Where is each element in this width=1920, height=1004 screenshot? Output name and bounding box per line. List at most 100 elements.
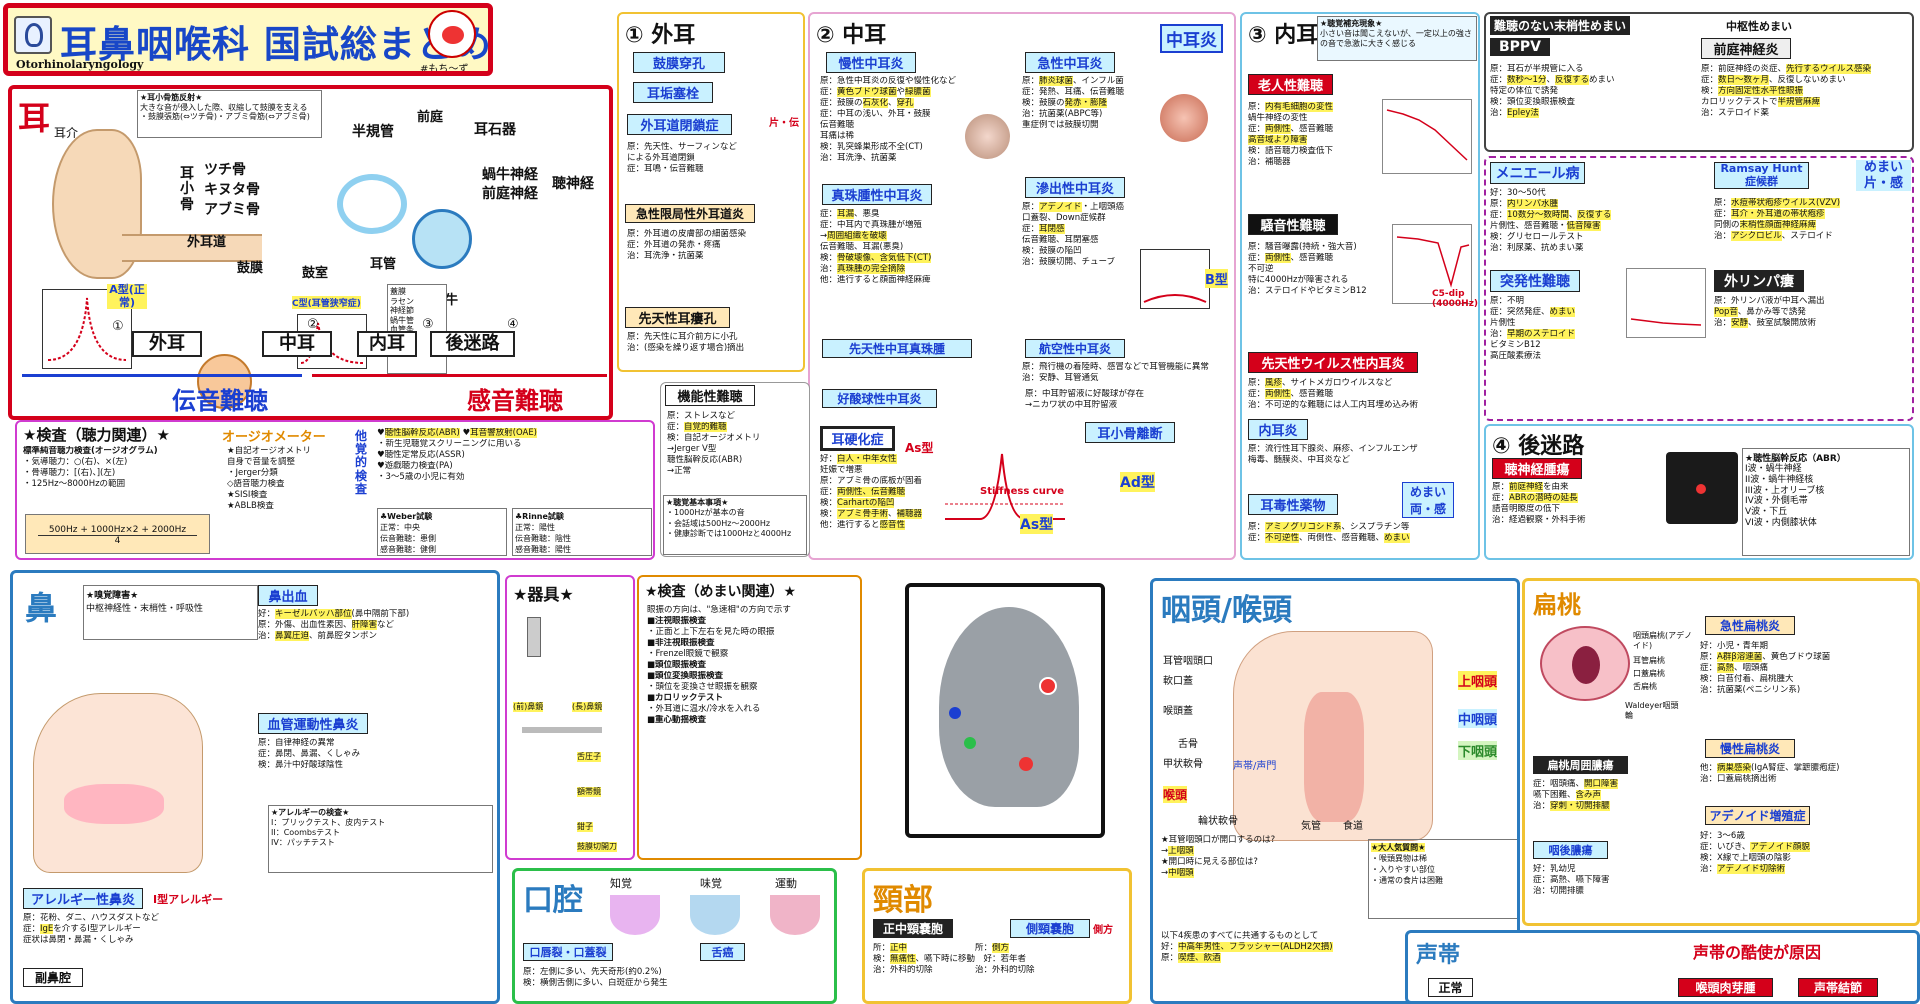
neck-median-cyst: 正中頸嚢胞 xyxy=(873,919,953,938)
tympanogram-c-label: C型(耳管狭窄症) xyxy=(292,296,361,309)
vasomotor-text: 原：自律神経の異常 症：鼻閉、鼻漏、くしゃみ 検：鼻汁中好酸球陰性 xyxy=(258,738,361,771)
head-diagram-panel xyxy=(905,583,1105,838)
tonsil-label-3: 舌扁桃 xyxy=(1633,682,1657,691)
wave-5: V波・下丘 xyxy=(1745,507,1788,518)
ad-type-label: Ad型 xyxy=(1120,472,1155,492)
bppv-text: 原：耳石が半規管に入る 症：数秒〜1分、反復するめまい 特定の体位で誘発 検：頭… xyxy=(1490,64,1615,119)
neck-title: 頸部 xyxy=(873,883,933,918)
dizzy-exam-panel: ★検査（めまい関連）★ 眼振の方向は、"急速相"の方向で示す ■注視眼振検査 ・… xyxy=(637,575,862,860)
outer-note: 片・伝 xyxy=(769,118,799,129)
viral-text: 原：風疹、サイトメガロウイルスなど 症：両側性、感音難聴 治：不可逆的な難聴には… xyxy=(1248,378,1419,411)
inner-ototoxic: 耳毒性薬物 xyxy=(1248,494,1338,515)
logo-icon xyxy=(14,16,52,54)
inner-ear-panel: ③ 内耳 ★聴覚補充現象★ 小さい音は聞こえないが、一定以上の強さの音で急激に大き… xyxy=(1240,12,1480,560)
wave-1: I波・蝸牛神経 xyxy=(1745,464,1802,474)
inner-labyrinthitis: 内耳炎 xyxy=(1248,419,1308,440)
audiometer-label: オージオメーター xyxy=(222,430,326,445)
exam-pure-tone: 標準純音聴力検査(オージオグラム) ・気導聴力：○(右)、×(左) ・骨導聴力：… xyxy=(23,446,158,490)
qa-a2: 中咽頭 xyxy=(1168,868,1194,879)
vertigo-title: 難聴のない末梢性めまい xyxy=(1490,16,1631,35)
vertigo-perilymph: 外リンパ瘻 xyxy=(1714,270,1804,292)
oral-title: 口腔 xyxy=(523,883,583,918)
part-retrocochlear: 後迷路 xyxy=(430,331,515,357)
exam-item-1: 自記オージオメトリ xyxy=(234,446,311,456)
instrument-5: 鼓膜切開刀 xyxy=(577,842,617,852)
exam-item-8: 遊戯聴力検査(PA) xyxy=(384,461,453,472)
tonsil-peritonsillar: 扁桃周囲膿瘍 xyxy=(1533,756,1628,774)
neck-panel: 頸部 正中頸嚢胞 側頸嚢胞 側方 所：正中 所：側方 検：無痛性、嚥下時に移動 … xyxy=(862,868,1132,1004)
middle-congenital: 先天性中耳真珠腫 xyxy=(822,339,972,358)
qa-q2: ★開口時に見える部位は? xyxy=(1161,857,1258,868)
inner-presbycusis: 老人性難聴 xyxy=(1248,74,1333,95)
b-type-curve xyxy=(1143,294,1207,303)
perilymph-text: 原：外リンパ液が中耳へ漏出 Pop音、鼻かみ等で誘発 治：安静、鼓室試験開放術 xyxy=(1714,296,1825,329)
otitis-badge: 中耳炎 xyxy=(1160,24,1223,53)
throat-point-icon xyxy=(1019,757,1033,771)
vertigo-sudden: 突発性難聴 xyxy=(1490,270,1580,292)
canals-shape xyxy=(337,174,407,234)
cochlea-shape xyxy=(412,209,472,269)
outer-ear-title: ① 外耳 xyxy=(625,23,696,48)
oral-label-taste: 味覚 xyxy=(700,877,722,890)
otosclerosis-text: 好：白人・中年女性 妊娠で増悪 原：アブミ骨の底板が固着 症：両側性、伝音難聴 … xyxy=(820,454,923,531)
voice-title: 声帯 xyxy=(1416,943,1461,968)
sensorineural-arrow xyxy=(312,374,607,377)
allergy-type-label: I型アレルギー xyxy=(153,893,224,906)
aviation-text: 原：飛行機の着陸時、感冒などで耳管機能に異常 治：安静、耳管通気 xyxy=(1022,362,1209,384)
ear-point-icon xyxy=(1039,677,1057,695)
nose-point-icon xyxy=(949,707,961,719)
outer-text-1: 原：先天性、サーフィンなど による外耳道閉鎖 症：耳鳴・伝音難聴 xyxy=(627,142,737,175)
num-4: ④ xyxy=(507,317,519,332)
rinne-title: Rinne試験 xyxy=(522,512,564,521)
ph-label-5: 声帯/声門 xyxy=(1233,761,1277,772)
exam-item-7: 聴性定常反応(ASSR) xyxy=(384,450,465,461)
pharynx-qa: ★耳管咽頭口が開口するのは? →上咽頭 ★開口時に見える部位は? →中咽頭 xyxy=(1161,835,1361,879)
outer-item-cerumen: 耳垢塞栓 xyxy=(633,82,713,103)
num-1: ① xyxy=(112,319,124,334)
dizzy-exam-list: 眼振の方向は、"急速相"の方向で示す ■注視眼振検査 ・正面と上下左右を見た時の… xyxy=(647,605,791,726)
tonsil-label-0: 咽頭扁桃(アデノイド) xyxy=(1633,631,1693,650)
dizzy-item-3: 頭位変換眼振検査 xyxy=(655,671,724,682)
middle-eosinophilic: 好酸球性中耳炎 xyxy=(822,389,937,408)
label-external-canal: 外耳道 xyxy=(187,235,227,250)
outer-item-perforation: 鼓膜穿孔 xyxy=(633,52,725,73)
exam-item-2: 語音聴力検査 xyxy=(233,479,285,490)
retro-title: ④ 後迷路 xyxy=(1492,434,1585,459)
frenzel-label: Frenzel眼鏡 xyxy=(655,649,703,660)
neck-text: 所：正中 所：側方 検：無痛性、嚥下時に移動 好：若年者 治：外科的切除 治：外… xyxy=(873,943,1035,976)
voice-cause: 声帯の酷使が原因 xyxy=(1693,943,1822,962)
voice-panel: 声帯 正常 声帯の酷使が原因 喉頭肉芽腫 声帯結節 xyxy=(1405,930,1920,1004)
exam-item-5: 聴性脳幹反応(ABR) xyxy=(384,428,460,438)
middle-otosclerosis: 耳硬化症 xyxy=(820,426,895,451)
label-incus: キヌタ骨 xyxy=(204,182,260,198)
common-3: 喫煙、飲酒 xyxy=(1178,953,1221,964)
mri-image xyxy=(1666,452,1738,524)
formula-box: 500Hz + 1000Hz×2 + 2000Hz 4 xyxy=(25,514,210,554)
exam-item-6: 耳音響放射(OAE) xyxy=(470,428,537,438)
retro-text: 原：前庭神経を由来 症：ABRの潜時の延長 語音明瞭度の低下 治：経過観察・外科… xyxy=(1492,482,1586,526)
cholesteatoma-text: 症：耳漏、悪臭 症：中耳内で真珠腫が増殖 →周囲組織を破壊 伝音難聴、耳漏(悪臭… xyxy=(820,209,932,286)
instruments-title: ★器具★ xyxy=(513,585,574,604)
as-chart-label: As型 xyxy=(1020,514,1054,534)
label-auditory-nerve: 聴神経 xyxy=(552,176,594,192)
vertigo-panel: 難聴のない末梢性めまい 中枢性めまい BPPV 前庭神経炎 原：耳石が半規管に入… xyxy=(1484,12,1914,152)
tonsil-label-4: Waldeyer咽頭輪 xyxy=(1625,701,1679,720)
inner-noise: 騒音性難聴 xyxy=(1248,214,1338,235)
outer-item-otitis: 急性限局性外耳道炎 xyxy=(625,204,755,223)
tonsil-chronic-text: 他：病巣感染(IgA腎症、掌蹠膿疱症) 治：口蓋扁桃摘出術 xyxy=(1700,763,1840,785)
hearing-basics-box: ★聴覚基本事項★ ・1000Hzが基本の音 ・会話域は500Hz〜2000Hz ・健康… xyxy=(663,495,807,555)
middle-ear-title: ② 中耳 xyxy=(816,23,887,48)
b-type-chart xyxy=(1140,249,1210,309)
num-3: ③ xyxy=(422,317,434,332)
vertigo-note: めまい 片・感 xyxy=(1856,160,1911,192)
tonsil-label-2: 口蓋扁桃 xyxy=(1633,669,1665,678)
header-panel: 耳鼻咽喉科 国試総まとめ Otorhinolaryngology #もち〜ず xyxy=(3,3,493,76)
part-outer-ear: 外耳 xyxy=(132,331,202,357)
label-vestibule: 前庭 xyxy=(417,110,444,125)
ph-label-2: 喉頭蓋 xyxy=(1163,706,1193,717)
tonsil-label-1: 耳管扁桃 xyxy=(1633,656,1665,665)
region-lower: 下咽頭 xyxy=(1458,741,1498,760)
region-middle: 中咽頭 xyxy=(1458,709,1498,728)
sensorineural-label: 感音難聴 xyxy=(467,387,563,415)
head-silhouette xyxy=(939,607,1079,807)
